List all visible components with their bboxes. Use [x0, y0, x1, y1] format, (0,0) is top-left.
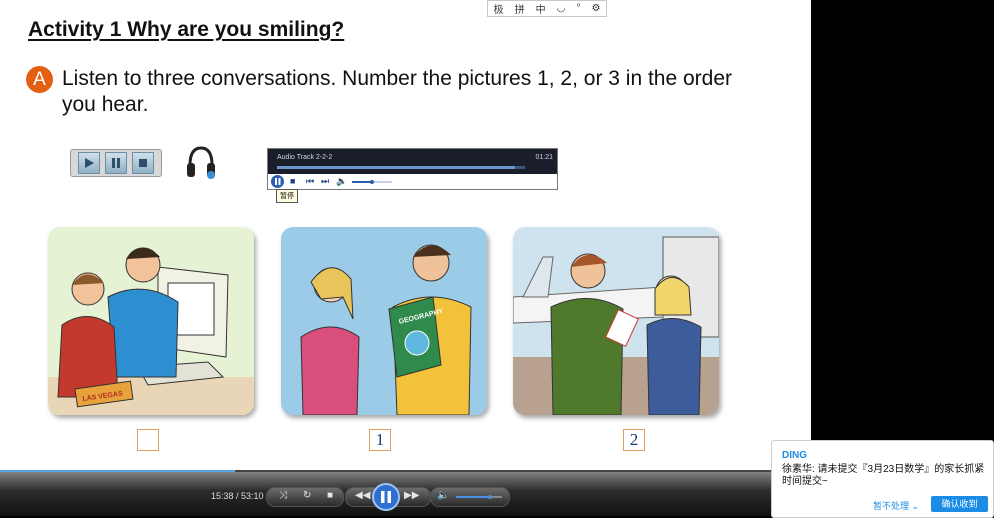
- pause-button[interactable]: [104, 152, 127, 174]
- black-margin: [811, 0, 994, 516]
- section-badge: A: [26, 66, 53, 93]
- picture-airport: [513, 227, 719, 415]
- slide: Activity 1 Why are you smiling? A Listen…: [0, 0, 811, 470]
- audio-progress-fill: [277, 166, 516, 169]
- confirm-button[interactable]: 确认收到: [931, 496, 988, 512]
- video-seek-bar[interactable]: [0, 470, 811, 472]
- answer-box-3[interactable]: 2: [623, 429, 645, 451]
- audio-player: Audio Track 2-2-2 01:21 ■ ⏮ ⏭ 🔈: [267, 148, 558, 190]
- stop-icon: [139, 159, 148, 167]
- instruction-text: Listen to three conversations. Number th…: [62, 67, 733, 116]
- stop-icon[interactable]: ■: [327, 490, 333, 501]
- ime-item[interactable]: °: [576, 3, 580, 14]
- stop-icon[interactable]: ■: [290, 176, 295, 186]
- video-time: 15:38 / 53:10: [211, 491, 264, 501]
- shuffle-icon[interactable]: ⤨: [279, 490, 287, 501]
- audio-control-bar: ■ ⏮ ⏭ 🔈: [268, 174, 557, 189]
- ime-item[interactable]: 拼: [515, 1, 525, 16]
- video-player-bar: 15:38 / 53:10 ⤨ ↻ ■ ◀◀ ▶▶ 🔈: [0, 470, 811, 516]
- headphones-icon[interactable]: [186, 145, 216, 181]
- ding-notification: DING 徐素华: 请未提交『3月23日数学』的家长抓紧时间提交~ 暂不处理 ⌄…: [771, 440, 994, 518]
- rewind-icon[interactable]: ◀◀: [355, 490, 370, 501]
- pause-tooltip: 暂停: [276, 189, 298, 203]
- track-title: Audio Track 2-2-2: [277, 154, 333, 161]
- answer-box-2[interactable]: 1: [369, 429, 391, 451]
- ime-item[interactable]: ⚙: [591, 3, 600, 14]
- repeat-icon[interactable]: ↻: [303, 490, 311, 501]
- ime-item[interactable]: 极: [494, 1, 504, 16]
- ime-item[interactable]: ◡: [557, 3, 566, 14]
- picture-computer: LAS VEGAS: [48, 227, 254, 415]
- pause-icon: [111, 158, 120, 168]
- fast-forward-icon[interactable]: ▶▶: [404, 490, 419, 501]
- activity-title: Activity 1 Why are you smiling?: [28, 18, 345, 41]
- later-button[interactable]: 暂不处理 ⌄: [873, 499, 919, 512]
- volume-slider[interactable]: [352, 180, 392, 184]
- notification-message: 徐素华: 请未提交『3月23日数学』的家长抓紧时间提交~: [782, 464, 985, 487]
- stop-button[interactable]: [132, 152, 155, 174]
- audio-progress-bar[interactable]: [277, 166, 525, 169]
- volume-icon[interactable]: 🔈: [437, 490, 449, 501]
- volume-icon[interactable]: 🔈: [336, 176, 347, 187]
- next-icon[interactable]: ⏭: [321, 176, 329, 187]
- volume-slider[interactable]: [456, 495, 502, 499]
- track-time: 01:21: [535, 154, 553, 161]
- video-mode-controls: ⤨ ↻ ■: [266, 487, 344, 507]
- notification-sender: DING: [782, 450, 807, 461]
- picture-geography: GEOGRAPHY: [281, 227, 487, 415]
- slide-audio-controls: [70, 149, 162, 177]
- video-seek-fill: [0, 470, 236, 472]
- play-pause-button[interactable]: [372, 483, 400, 511]
- answer-box-1[interactable]: [137, 429, 159, 451]
- previous-icon[interactable]: ⏮: [306, 176, 314, 187]
- ime-toolbar: 极 拼 中 ◡ ° ⚙: [487, 0, 607, 17]
- ime-item[interactable]: 中: [536, 1, 546, 16]
- pause-button[interactable]: [270, 174, 285, 189]
- play-icon: [84, 158, 94, 168]
- play-button[interactable]: [77, 152, 100, 174]
- volume-control: 🔈: [430, 487, 510, 507]
